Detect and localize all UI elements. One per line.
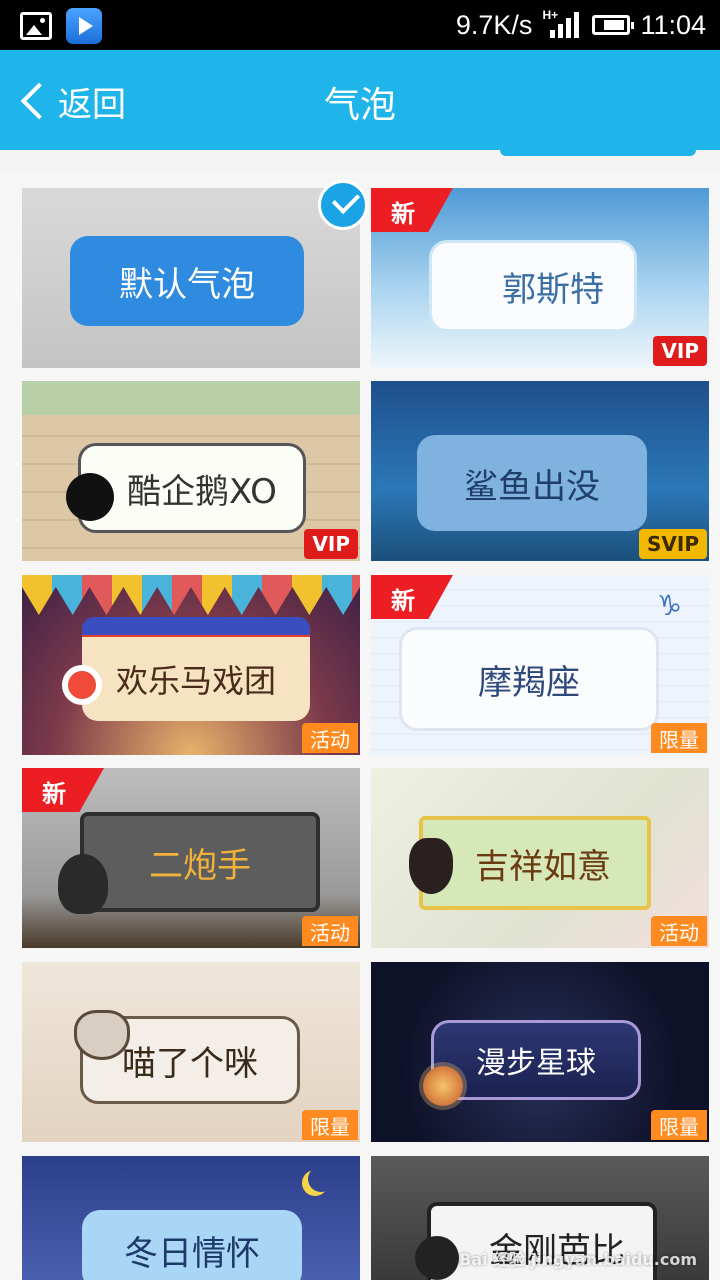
bubble-preview: 摩羯座 — [399, 627, 659, 731]
bubble-label: 喵了个咪 — [122, 1043, 258, 1084]
bubble-preview: 默认气泡 — [70, 236, 304, 326]
bunting-decoration — [22, 575, 360, 615]
selected-check-icon — [318, 180, 368, 230]
bubble-card-capricorn[interactable]: 摩羯座 ♑ 新 限量 — [371, 575, 709, 755]
penguin-icon — [66, 473, 114, 521]
capricorn-symbol-icon: ♑ — [657, 589, 683, 622]
bubble-card-winter[interactable]: 冬日情怀 — [22, 1156, 360, 1280]
tab-indicator — [500, 150, 696, 156]
signal-icon: H+ — [542, 8, 582, 40]
bubble-card-auspicious[interactable]: 吉祥如意 活动 — [371, 768, 709, 948]
gallery-notification-icon — [20, 12, 52, 40]
vip-badge: VIP — [653, 336, 707, 366]
bubble-card-default[interactable]: 默认气泡 — [22, 188, 360, 368]
bubble-grid: 默认气泡 郭斯特 新 VIP 酷企鹅XO VIP 鲨鱼出没 SVIP 欢乐马戏团… — [0, 172, 720, 1280]
limited-badge: 限量 — [651, 723, 707, 753]
watermark: Bai 经验 jingyan.baidu.com — [459, 1250, 697, 1269]
new-badge: 新 — [371, 188, 453, 232]
bubble-card-penguin[interactable]: 酷企鹅XO VIP — [22, 381, 360, 561]
bubble-card-planet[interactable]: 漫步星球 限量 — [371, 962, 709, 1142]
bubble-label: 摩羯座 — [478, 662, 580, 703]
bubble-label: 鲨鱼出没 — [464, 466, 600, 507]
planet-icon — [423, 1066, 463, 1106]
bubble-preview: 二炮手 — [80, 812, 320, 912]
svip-badge: SVIP — [639, 529, 707, 559]
bubble-card-gunner[interactable]: 二炮手 新 活动 — [22, 768, 360, 948]
character-avatar — [58, 854, 108, 914]
bubble-preview: 郭斯特 — [429, 240, 637, 332]
bubble-preview: 吉祥如意 — [419, 816, 651, 910]
title-bar: 返回 气泡 — [0, 50, 720, 150]
bubble-preview: 欢乐马戏团 — [82, 637, 310, 721]
bubble-preview: 冬日情怀 — [82, 1210, 302, 1280]
bubble-label: 欢乐马戏团 — [115, 662, 276, 700]
event-badge: 活动 — [302, 723, 358, 753]
bubble-label: 冬日情怀 — [124, 1233, 260, 1274]
bubble-label: 默认气泡 — [119, 264, 255, 305]
bubble-label: 郭斯特 — [502, 269, 604, 310]
bubble-card-cat[interactable]: 喵了个咪 限量 — [22, 962, 360, 1142]
event-badge: 活动 — [302, 916, 358, 946]
limited-badge: 限量 — [651, 1110, 707, 1140]
network-speed: 9.7K/s — [455, 9, 533, 40]
bubble-preview: 鲨鱼出没 — [417, 435, 647, 531]
bubble-label: 二炮手 — [149, 845, 251, 886]
character-avatar — [415, 1236, 459, 1280]
bubble-card-barbie[interactable]: 金刚芭比 Bai 经验 jingyan.baidu.com — [371, 1156, 709, 1280]
video-player-notification-icon — [66, 8, 102, 44]
clock: 11:04 — [640, 9, 706, 40]
bubble-label: 吉祥如意 — [475, 846, 611, 887]
bubble-card-ghost[interactable]: 郭斯特 新 VIP — [371, 188, 709, 368]
status-bar: 9.7K/s H+ 11:04 — [0, 0, 720, 50]
cat-icon — [74, 1010, 130, 1060]
moon-icon — [308, 1166, 334, 1192]
wall-stripe — [22, 381, 360, 415]
new-badge: 新 — [371, 575, 453, 619]
limited-badge: 限量 — [302, 1110, 358, 1140]
bubble-top-band — [82, 617, 310, 639]
event-badge: 活动 — [651, 916, 707, 946]
new-badge: 新 — [22, 768, 104, 812]
bubble-card-shark[interactable]: 鲨鱼出没 SVIP — [371, 381, 709, 561]
vip-badge: VIP — [304, 529, 358, 559]
clown-icon — [62, 665, 102, 705]
bubble-label: 漫步星球 — [476, 1046, 596, 1081]
page-title: 气泡 — [323, 85, 396, 126]
bubble-card-circus[interactable]: 欢乐马戏团 活动 — [22, 575, 360, 755]
battery-icon — [592, 15, 635, 35]
character-avatar — [409, 838, 453, 894]
bubble-label: 酷企鹅XO — [127, 471, 277, 512]
